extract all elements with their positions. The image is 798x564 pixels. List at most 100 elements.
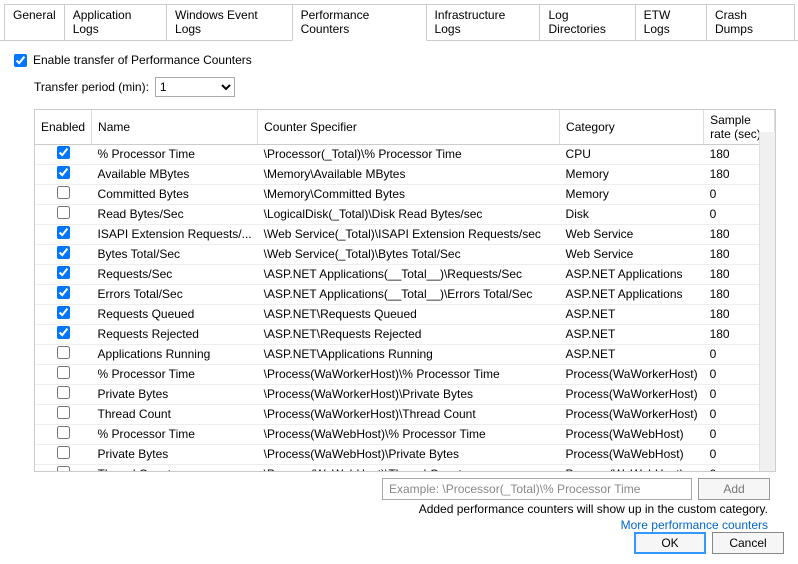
row-enabled-checkbox[interactable] (57, 406, 70, 419)
row-enabled-checkbox[interactable] (57, 426, 70, 439)
table-row[interactable]: Thread Count\Process(WaWebHost)\Thread C… (35, 465, 775, 473)
cell-counter-specifier: \Memory\Available MBytes (258, 165, 560, 185)
cell-counter-specifier: \Process(WaWorkerHost)\Private Bytes (258, 385, 560, 405)
table-row[interactable]: Private Bytes\Process(WaWorkerHost)\Priv… (35, 385, 775, 405)
more-performance-counters-link[interactable]: More performance counters (14, 518, 768, 532)
header-enabled[interactable]: Enabled (35, 110, 92, 145)
table-row[interactable]: Private Bytes\Process(WaWebHost)\Private… (35, 445, 775, 465)
row-enabled-checkbox[interactable] (57, 306, 70, 319)
tab-etw-logs[interactable]: ETW Logs (635, 4, 707, 40)
table-row[interactable]: Errors Total/Sec\ASP.NET Applications(__… (35, 285, 775, 305)
tab-application-logs[interactable]: Application Logs (64, 4, 167, 40)
row-enabled-checkbox[interactable] (57, 466, 70, 472)
cell-category: CPU (560, 145, 704, 165)
cell-name: Errors Total/Sec (92, 285, 258, 305)
table-row[interactable]: % Processor Time\Process(WaWebHost)\% Pr… (35, 425, 775, 445)
cell-name: ISAPI Extension Requests/... (92, 225, 258, 245)
table-row[interactable]: Committed Bytes\Memory\Committed BytesMe… (35, 185, 775, 205)
transfer-period-row: Transfer period (min): 1 (34, 77, 784, 97)
tab-general[interactable]: General (4, 4, 65, 40)
cell-counter-specifier: \Process(WaWebHost)\% Processor Time (258, 425, 560, 445)
cancel-button[interactable]: Cancel (712, 532, 784, 554)
cell-counter-specifier: \Process(WaWebHost)\Thread Count (258, 465, 560, 473)
cell-counter-specifier: \Process(WaWorkerHost)\% Processor Time (258, 365, 560, 385)
row-enabled-checkbox[interactable] (57, 226, 70, 239)
row-enabled-checkbox[interactable] (57, 286, 70, 299)
row-enabled-checkbox[interactable] (57, 166, 70, 179)
transfer-period-label: Transfer period (min): (34, 80, 149, 94)
enable-transfer-row: Enable transfer of Performance Counters (14, 53, 784, 67)
table-row[interactable]: ISAPI Extension Requests/...\Web Service… (35, 225, 775, 245)
add-button[interactable]: Add (698, 478, 770, 500)
cell-name: Private Bytes (92, 445, 258, 465)
dialog-buttons: OK Cancel (634, 532, 784, 554)
tab-content-performance-counters: Enable transfer of Performance Counters … (0, 41, 798, 552)
row-enabled-checkbox[interactable] (57, 266, 70, 279)
row-enabled-checkbox[interactable] (57, 186, 70, 199)
cell-category: ASP.NET (560, 305, 704, 325)
tab-performance-counters[interactable]: Performance Counters (292, 4, 427, 41)
cell-name: % Processor Time (92, 425, 258, 445)
cell-category: Memory (560, 185, 704, 205)
tab-strip: GeneralApplication LogsWindows Event Log… (0, 0, 798, 41)
tab-windows-event-logs[interactable]: Windows Event Logs (166, 4, 293, 40)
row-enabled-checkbox[interactable] (57, 206, 70, 219)
cell-name: Bytes Total/Sec (92, 245, 258, 265)
row-enabled-checkbox[interactable] (57, 366, 70, 379)
add-counter-input[interactable] (382, 478, 692, 500)
table-row[interactable]: Requests Queued\ASP.NET\Requests QueuedA… (35, 305, 775, 325)
cell-counter-specifier: \Process(WaWebHost)\Private Bytes (258, 445, 560, 465)
cell-name: Committed Bytes (92, 185, 258, 205)
cell-name: Thread Count (92, 465, 258, 473)
row-enabled-checkbox[interactable] (57, 386, 70, 399)
row-enabled-checkbox[interactable] (57, 446, 70, 459)
enable-transfer-checkbox[interactable] (14, 54, 27, 67)
cell-name: Read Bytes/Sec (92, 205, 258, 225)
cell-counter-specifier: \LogicalDisk(_Total)\Disk Read Bytes/sec (258, 205, 560, 225)
scrollbar-vertical[interactable] (759, 132, 775, 471)
table-row[interactable]: Requests/Sec\ASP.NET Applications(__Tota… (35, 265, 775, 285)
table-row[interactable]: Thread Count\Process(WaWorkerHost)\Threa… (35, 405, 775, 425)
table-row[interactable]: Applications Running\ASP.NET\Application… (35, 345, 775, 365)
cell-category: ASP.NET (560, 345, 704, 365)
table-row[interactable]: Available MBytes\Memory\Available MBytes… (35, 165, 775, 185)
cell-name: Requests/Sec (92, 265, 258, 285)
cell-category: Process(WaWorkerHost) (560, 385, 704, 405)
cell-counter-specifier: \Process(WaWorkerHost)\Thread Count (258, 405, 560, 425)
header-category[interactable]: Category (560, 110, 704, 145)
table-row[interactable]: Bytes Total/Sec\Web Service(_Total)\Byte… (35, 245, 775, 265)
dialog-window: GeneralApplication LogsWindows Event Log… (0, 0, 798, 564)
transfer-period-select[interactable]: 1 (155, 77, 235, 97)
cell-category: Process(WaWebHost) (560, 425, 704, 445)
header-counter-specifier[interactable]: Counter Specifier (258, 110, 560, 145)
cell-counter-specifier: \ASP.NET\Requests Queued (258, 305, 560, 325)
cell-counter-specifier: \ASP.NET\Requests Rejected (258, 325, 560, 345)
table-row[interactable]: % Processor Time\Process(WaWorkerHost)\%… (35, 365, 775, 385)
row-enabled-checkbox[interactable] (57, 146, 70, 159)
row-enabled-checkbox[interactable] (57, 326, 70, 339)
cell-name: % Processor Time (92, 145, 258, 165)
table-row[interactable]: % Processor Time\Processor(_Total)\% Pro… (35, 145, 775, 165)
tab-crash-dumps[interactable]: Crash Dumps (706, 4, 795, 40)
tab-log-directories[interactable]: Log Directories (539, 4, 635, 40)
enable-transfer-label: Enable transfer of Performance Counters (33, 53, 252, 67)
row-enabled-checkbox[interactable] (57, 246, 70, 259)
cell-name: Private Bytes (92, 385, 258, 405)
cell-category: ASP.NET (560, 325, 704, 345)
table-header-row: Enabled Name Counter Specifier Category … (35, 110, 775, 145)
cell-category: Web Service (560, 225, 704, 245)
cell-category: Memory (560, 165, 704, 185)
cell-name: Applications Running (92, 345, 258, 365)
tab-infrastructure-logs[interactable]: Infrastructure Logs (426, 4, 541, 40)
custom-category-note: Added performance counters will show up … (14, 502, 768, 516)
cell-counter-specifier: \Web Service(_Total)\ISAPI Extension Req… (258, 225, 560, 245)
cell-category: ASP.NET Applications (560, 285, 704, 305)
counters-table-body: % Processor Time\Processor(_Total)\% Pro… (35, 145, 775, 473)
ok-button[interactable]: OK (634, 532, 706, 554)
cell-counter-specifier: \ASP.NET\Applications Running (258, 345, 560, 365)
row-enabled-checkbox[interactable] (57, 346, 70, 359)
table-row[interactable]: Read Bytes/Sec\LogicalDisk(_Total)\Disk … (35, 205, 775, 225)
counters-table: Enabled Name Counter Specifier Category … (35, 110, 775, 472)
header-name[interactable]: Name (92, 110, 258, 145)
table-row[interactable]: Requests Rejected\ASP.NET\Requests Rejec… (35, 325, 775, 345)
